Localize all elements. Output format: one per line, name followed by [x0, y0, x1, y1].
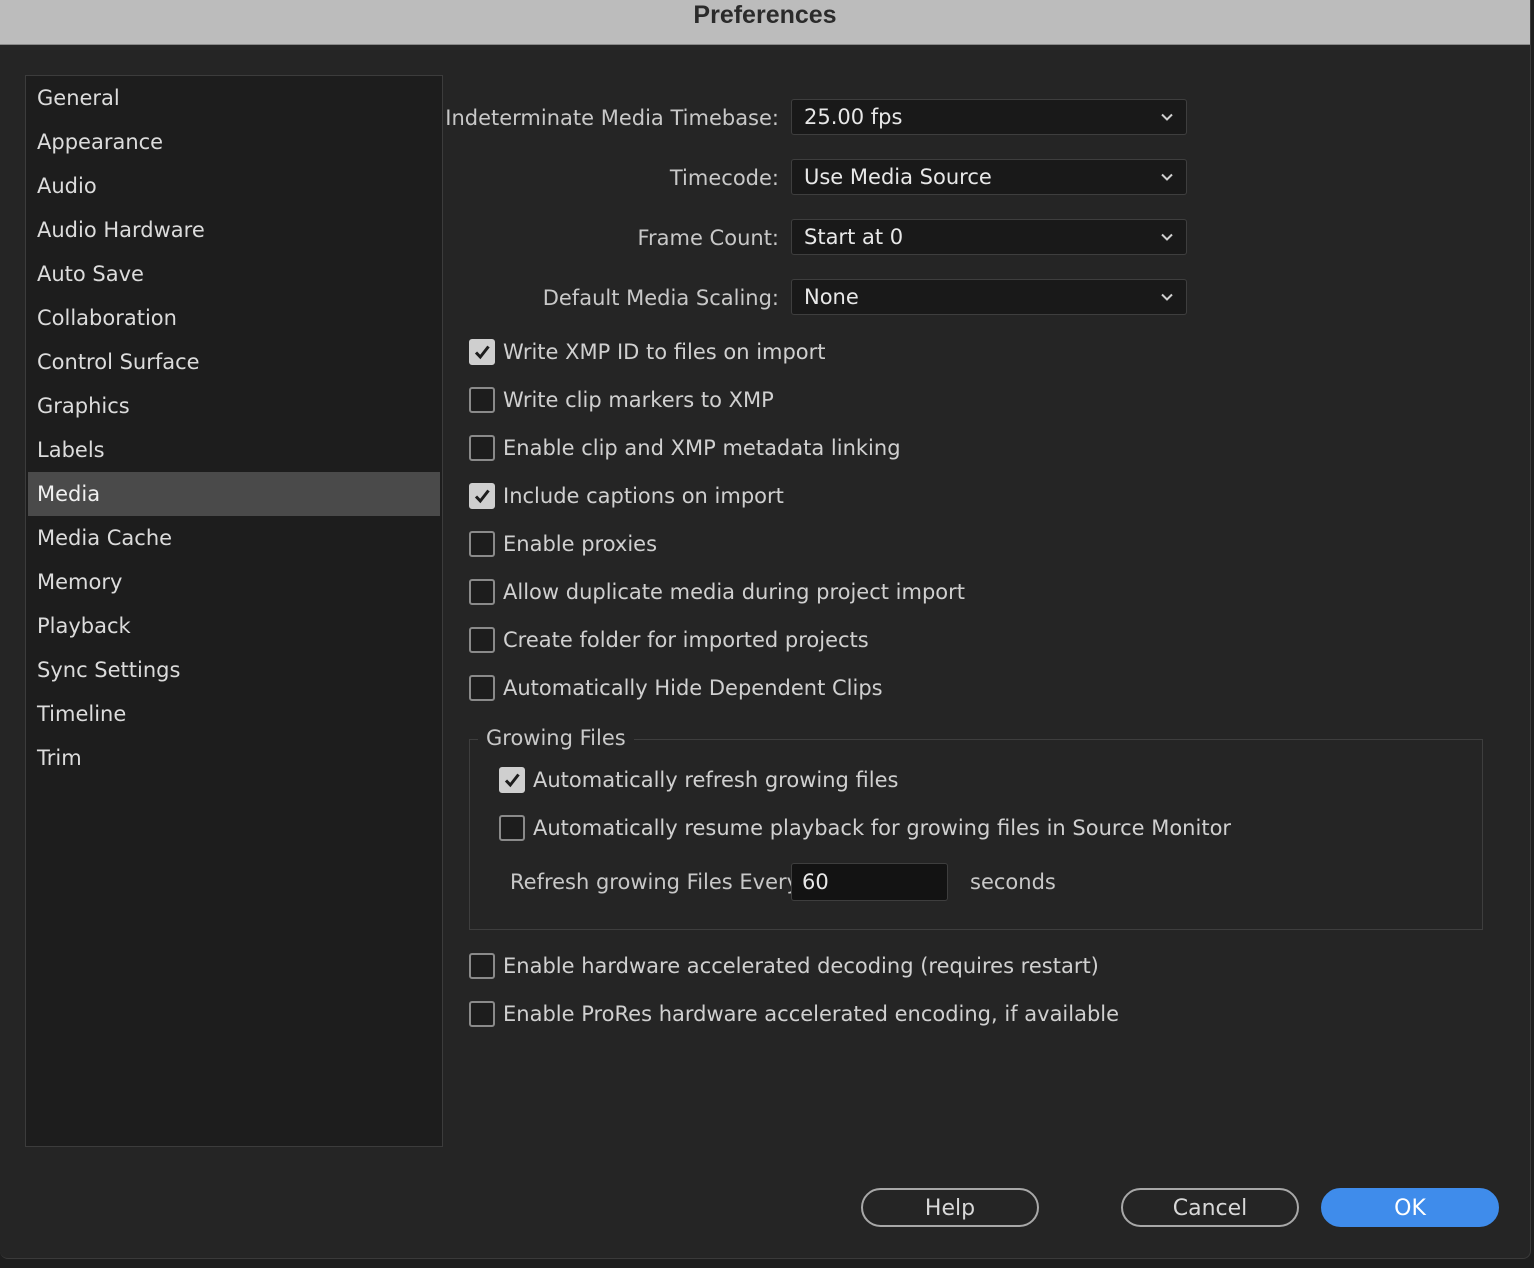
checkbox-label: Automatically Hide Dependent Clips: [503, 676, 883, 700]
sidebar-item-sync-settings[interactable]: Sync Settings: [28, 648, 440, 692]
sidebar-item-control-surface[interactable]: Control Surface: [28, 340, 440, 384]
sidebar-item-trim[interactable]: Trim: [28, 736, 440, 780]
checkbox-label: Enable proxies: [503, 532, 658, 556]
sidebar-item-appearance[interactable]: Appearance: [28, 120, 440, 164]
chevron-down-icon: [1161, 233, 1173, 241]
refresh-interval-label: Refresh growing Files Every: [510, 870, 800, 894]
timebase-label: Indeterminate Media Timebase:: [445, 106, 779, 130]
checkbox-box[interactable]: [469, 339, 495, 365]
checkbox-box[interactable]: [469, 1001, 495, 1027]
sidebar-item-labels[interactable]: Labels: [28, 428, 440, 472]
checkbox-label: Write clip markers to XMP: [503, 388, 774, 412]
frame-count-label: Frame Count:: [637, 226, 779, 250]
sidebar: General Appearance Audio Audio Hardware …: [25, 75, 443, 1147]
window-title: Preferences: [693, 1, 837, 29]
refresh-interval-unit: seconds: [970, 870, 1056, 894]
chevron-down-icon: [1161, 113, 1173, 121]
sidebar-item-media-cache[interactable]: Media Cache: [28, 516, 440, 560]
growing-files-title: Growing Files: [478, 724, 634, 752]
scaling-label: Default Media Scaling:: [542, 286, 779, 310]
checkmark-icon: [474, 345, 490, 360]
frame-count-value: Start at 0: [804, 225, 904, 249]
checkbox-label: Enable clip and XMP metadata linking: [503, 436, 901, 460]
checkbox-box[interactable]: [469, 435, 495, 461]
sidebar-item-timeline[interactable]: Timeline: [28, 692, 440, 736]
checkbox-box[interactable]: [499, 815, 525, 841]
sidebar-item-auto-save[interactable]: Auto Save: [28, 252, 440, 296]
checkbox-box[interactable]: [469, 483, 495, 509]
checkmark-icon: [474, 489, 490, 504]
help-button[interactable]: Help: [861, 1188, 1039, 1227]
checkbox-label: Allow duplicate media during project imp…: [503, 580, 966, 604]
timecode-value: Use Media Source: [804, 165, 992, 189]
checkbox-label: Include captions on import: [503, 484, 784, 508]
sidebar-item-audio-hardware[interactable]: Audio Hardware: [28, 208, 440, 252]
checkbox-label: Enable hardware accelerated decoding (re…: [503, 954, 1099, 978]
checkbox-label: Create folder for imported projects: [503, 628, 869, 652]
sidebar-item-collaboration[interactable]: Collaboration: [28, 296, 440, 340]
sidebar-item-audio[interactable]: Audio: [28, 164, 440, 208]
scaling-value: None: [804, 285, 859, 309]
chevron-down-icon: [1161, 173, 1173, 181]
refresh-interval-input[interactable]: [791, 863, 948, 901]
checkbox-box[interactable]: [469, 953, 495, 979]
checkbox-label: Automatically refresh growing files: [533, 768, 899, 792]
checkbox-box[interactable]: [469, 627, 495, 653]
title-bar: Preferences: [0, 0, 1530, 45]
checkmark-icon: [504, 773, 520, 788]
checkbox-label: Enable ProRes hardware accelerated encod…: [503, 1002, 1120, 1026]
checkbox-label: Write XMP ID to files on import: [503, 340, 826, 364]
cancel-button[interactable]: Cancel: [1121, 1188, 1299, 1227]
timecode-label: Timecode:: [669, 166, 779, 190]
sidebar-item-memory[interactable]: Memory: [28, 560, 440, 604]
checkbox-box[interactable]: [469, 675, 495, 701]
preferences-dialog: Preferences General Appearance Audio Aud…: [0, 0, 1531, 1259]
ok-button[interactable]: OK: [1321, 1188, 1499, 1227]
frame-count-dropdown[interactable]: Start at 0: [791, 219, 1187, 255]
scaling-dropdown[interactable]: None: [791, 279, 1187, 315]
chevron-down-icon: [1161, 293, 1173, 301]
sidebar-item-playback[interactable]: Playback: [28, 604, 440, 648]
checkbox-box[interactable]: [469, 579, 495, 605]
timebase-dropdown[interactable]: 25.00 fps: [791, 99, 1187, 135]
checkbox-box[interactable]: [469, 531, 495, 557]
timecode-dropdown[interactable]: Use Media Source: [791, 159, 1187, 195]
checkbox-box[interactable]: [469, 387, 495, 413]
sidebar-item-graphics[interactable]: Graphics: [28, 384, 440, 428]
checkbox-label: Automatically resume playback for growin…: [533, 816, 1232, 840]
checkbox-box[interactable]: [499, 767, 525, 793]
timebase-value: 25.00 fps: [804, 105, 903, 129]
sidebar-item-media[interactable]: Media: [28, 472, 440, 516]
sidebar-item-general[interactable]: General: [28, 76, 440, 120]
